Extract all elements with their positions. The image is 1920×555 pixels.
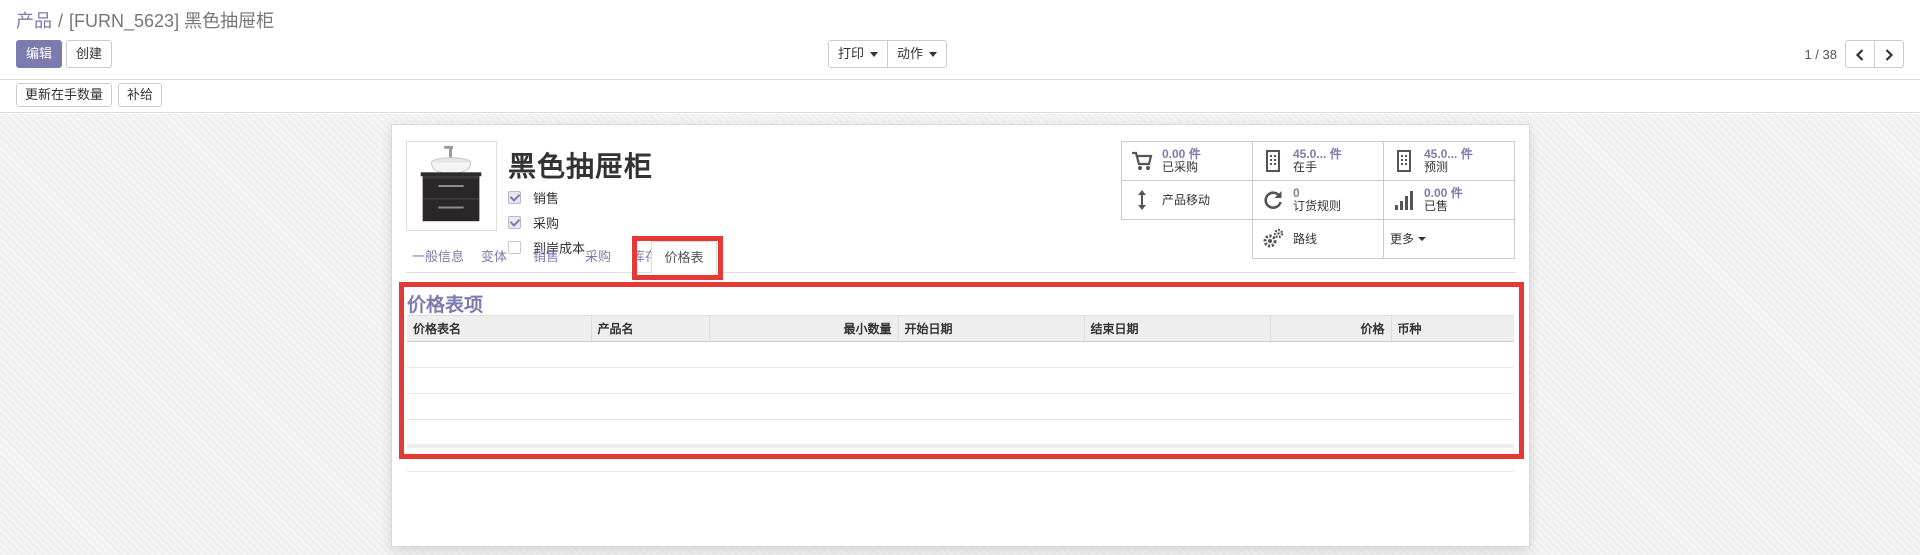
table-row xyxy=(407,341,1514,368)
column-min-quantity[interactable]: 最小数量 xyxy=(708,315,898,342)
tab-purchase[interactable]: 采购 xyxy=(572,241,624,273)
signal-icon xyxy=(1390,186,1418,214)
sold-label: 已售 xyxy=(1424,199,1449,213)
action-dropdown-button[interactable]: 动作 xyxy=(887,40,948,68)
purchase-ok-checkbox[interactable] xyxy=(508,216,521,229)
purchase-ok-row: 采购 xyxy=(508,210,585,235)
sold-smart-button[interactable]: 0.00 件已售 xyxy=(1383,180,1515,220)
cart-icon xyxy=(1128,147,1156,175)
building-icon xyxy=(1390,147,1418,175)
pager-value[interactable]: 1 / 38 xyxy=(1804,47,1837,62)
product-moves-label: 产品移动 xyxy=(1162,193,1211,207)
column-pricelist-name[interactable]: 价格表名 xyxy=(407,315,591,342)
sidebar-actions: 打印 动作 xyxy=(828,40,948,68)
edit-button[interactable]: 编辑 xyxy=(16,40,63,68)
refresh-icon xyxy=(1259,186,1287,214)
purchase-ok-label: 采购 xyxy=(533,216,560,231)
pricelist-items-title: 价格表项 xyxy=(407,295,484,316)
column-currency[interactable]: 币种 xyxy=(1390,315,1514,342)
purchased-label: 已采购 xyxy=(1162,160,1199,174)
print-dropdown-button[interactable]: 打印 xyxy=(828,40,889,68)
table-row xyxy=(407,367,1514,394)
product-name[interactable]: 黑色抽屉柜 xyxy=(508,145,653,185)
caret-down-icon xyxy=(929,52,938,58)
breadcrumb-products-link[interactable]: 产品 xyxy=(16,11,52,31)
pricelist-items-table: 价格表名 产品名 最小数量 开始日期 结束日期 价格 币种 xyxy=(407,315,1514,472)
tab-variants[interactable]: 变体 xyxy=(470,241,518,273)
breadcrumb-current: [FURN_5623] 黑色抽屉柜 xyxy=(69,11,275,31)
column-end-date[interactable]: 结束日期 xyxy=(1083,315,1270,342)
reorder-rules-label: 订货规则 xyxy=(1293,199,1342,213)
sale-ok-label: 销售 xyxy=(533,191,560,206)
tab-general-info[interactable]: 一般信息 xyxy=(406,241,470,273)
purchased-smart-button[interactable]: 0.00 件已采购 xyxy=(1121,141,1253,181)
product-image[interactable] xyxy=(406,141,497,231)
caret-down-icon xyxy=(870,52,879,58)
table-header-row: 价格表名 产品名 最小数量 开始日期 结束日期 价格 币种 xyxy=(407,315,1514,342)
table-row xyxy=(407,393,1514,420)
sale-ok-row: 销售 xyxy=(508,185,585,210)
sale-ok-checkbox[interactable] xyxy=(508,191,521,204)
action-label: 动作 xyxy=(897,46,924,61)
print-label: 打印 xyxy=(838,46,865,61)
product-moves-smart-button[interactable]: 产品移动 xyxy=(1121,180,1253,220)
column-start-date[interactable]: 开始日期 xyxy=(897,315,1084,342)
create-button[interactable]: 创建 xyxy=(66,40,113,68)
tab-sales[interactable]: 销售 xyxy=(520,241,572,273)
table-footer-row xyxy=(407,443,1514,472)
form-sheet: 黑色抽屉柜 销售 采购 到岸成本 0.00 件已采购 45.0... 件在手 4… xyxy=(391,124,1530,547)
vertical-arrows-icon xyxy=(1128,186,1156,214)
table-row xyxy=(407,419,1514,446)
chevron-right-icon xyxy=(1885,48,1894,61)
pager-next-button[interactable] xyxy=(1874,40,1904,68)
cabinet-image xyxy=(407,142,496,230)
chevron-left-icon xyxy=(1855,48,1864,61)
forecast-label: 预测 xyxy=(1424,160,1449,174)
header-statusbar: 更新在手数量 补给 xyxy=(0,81,1920,113)
notebook-tabs: 一般信息 变体 销售 采购 库存 价格表 xyxy=(406,241,1516,274)
column-product-name[interactable]: 产品名 xyxy=(590,315,709,342)
column-price[interactable]: 价格 xyxy=(1269,315,1391,342)
tab-pricelist[interactable]: 价格表 xyxy=(651,241,717,274)
update-quantity-button[interactable]: 更新在手数量 xyxy=(16,83,113,107)
pager-previous-button[interactable] xyxy=(1845,40,1875,68)
pager: 1 / 38 xyxy=(1804,40,1904,68)
breadcrumb-separator: / xyxy=(58,11,64,31)
reorder-rules-smart-button[interactable]: 0 订货规则 xyxy=(1252,180,1384,220)
forecast-smart-button[interactable]: 45.0... 件预测 xyxy=(1383,141,1515,181)
building-icon xyxy=(1259,147,1287,175)
control-panel: 产品 / [FURN_5623] 黑色抽屉柜 编辑 创建 打印 动作 1 / 38 xyxy=(0,0,1920,80)
on-hand-label: 在手 xyxy=(1293,160,1318,174)
replenish-button[interactable]: 补给 xyxy=(118,83,163,107)
on-hand-smart-button[interactable]: 45.0... 件在手 xyxy=(1252,141,1384,181)
breadcrumb: 产品 / [FURN_5623] 黑色抽屉柜 xyxy=(16,7,274,33)
